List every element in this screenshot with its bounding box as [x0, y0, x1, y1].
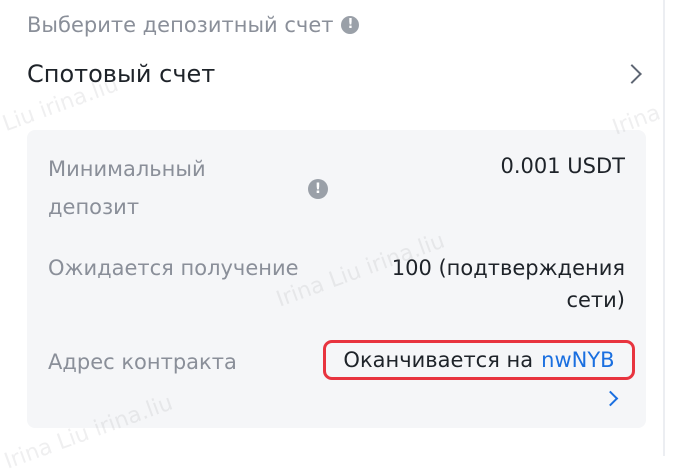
deposit-account-header: Выберите депозитный счет !: [27, 13, 360, 37]
info-icon[interactable]: !: [341, 16, 360, 34]
deposit-account-selector[interactable]: Спотовый счет: [27, 52, 647, 96]
deposit-details-panel: Минимальный депозит ! 0.001 USDT Ожидает…: [27, 130, 646, 428]
frame-edge: [663, 0, 665, 456]
contract-prefix: Оканчивается на: [343, 348, 534, 372]
contract-address-label: Адрес контракта: [48, 350, 237, 374]
info-icon[interactable]: !: [308, 179, 328, 199]
link-chevron-icon[interactable]: [602, 390, 619, 407]
expected-receive-label: Ожидается получение: [48, 256, 299, 280]
selected-account: Спотовый счет: [27, 60, 216, 88]
contract-address-button[interactable]: Оканчивается на nwNYB: [323, 340, 635, 380]
chevron-right-icon: [622, 64, 642, 84]
min-deposit-value: 0.001 USDT: [500, 154, 626, 178]
min-deposit-label: Минимальный депозит: [48, 157, 206, 219]
deposit-account-label: Выберите депозитный счет: [27, 13, 334, 37]
contract-suffix: nwNYB: [541, 348, 615, 372]
expected-receive-value: 100 (подтверждения сети): [391, 256, 625, 312]
